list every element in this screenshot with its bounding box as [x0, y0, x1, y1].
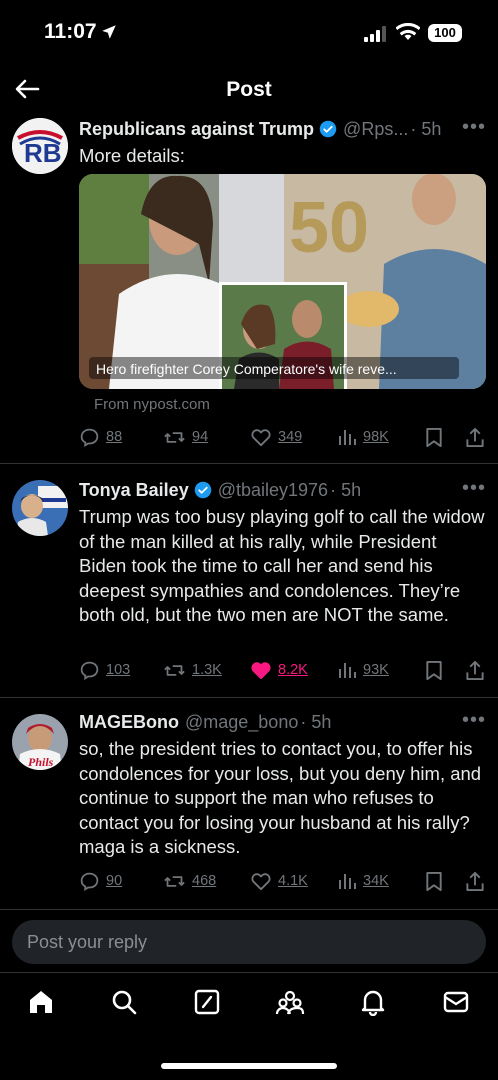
verified-icon [194, 481, 212, 499]
post-actions: 103 1.3K 8.2K 93K [79, 659, 486, 681]
repost-icon [164, 875, 185, 887]
like-icon [251, 429, 271, 447]
bottom-tab-bar [0, 980, 498, 1030]
author-handle[interactable]: @mage_bono [185, 712, 298, 733]
share-icon[interactable] [465, 871, 485, 892]
views-icon [339, 874, 356, 889]
post-time: · 5h [300, 711, 332, 732]
author-handle[interactable]: @tbailey1976 [218, 480, 328, 501]
avatar[interactable]: RB [12, 118, 68, 174]
verified-icon [319, 120, 337, 138]
bookmark-icon[interactable] [425, 660, 443, 681]
location-icon [100, 23, 118, 46]
avatar-letters: RB [24, 138, 62, 168]
repost-count: 1.3K [192, 662, 222, 678]
repost-count: 94 [192, 429, 209, 445]
status-bar: 11:07 100 [0, 0, 498, 66]
like-button[interactable]: 4.1K [250, 871, 308, 891]
like-button[interactable]: 349 [250, 427, 302, 447]
views-count: 98K [363, 429, 389, 445]
home-icon[interactable] [27, 988, 55, 1021]
svg-text:Phils: Phils [28, 755, 54, 769]
avatar[interactable]: Phils [12, 714, 68, 770]
views-count: 34K [363, 873, 389, 889]
reply-icon [80, 872, 99, 891]
views-button[interactable]: 93K [337, 660, 389, 680]
like-button[interactable]: 8.2K [250, 660, 308, 680]
like-icon [251, 662, 271, 680]
post-actions: 90 468 4.1K 34K [79, 870, 486, 892]
reply-count: 90 [106, 873, 123, 889]
views-button[interactable]: 34K [337, 871, 389, 891]
battery-indicator: 100 [428, 24, 462, 42]
more-icon[interactable]: ••• [462, 709, 486, 732]
post-text: so, the president tries to contact you, … [79, 738, 482, 857]
reply-input[interactable]: Post your reply [12, 920, 486, 964]
views-icon [339, 663, 356, 678]
reply-count: 88 [106, 429, 123, 445]
post-text: Trump was too busy playing golf to call … [79, 506, 485, 625]
post-text: More details: [79, 145, 185, 166]
messages-icon[interactable] [442, 988, 470, 1021]
reply-button[interactable]: 90 [79, 871, 122, 892]
repost-button[interactable]: 94 [163, 427, 208, 448]
link-source[interactable]: From nypost.com [94, 396, 210, 413]
wifi-icon [395, 22, 421, 46]
repost-icon [164, 664, 185, 676]
post-time: · 5h [330, 479, 362, 500]
search-icon[interactable] [110, 988, 138, 1021]
share-icon[interactable] [465, 427, 485, 448]
author-name[interactable]: Tonya Bailey [79, 480, 189, 501]
reply-count: 103 [106, 662, 131, 678]
reply-button[interactable]: 103 [79, 660, 130, 681]
cellular-signal-icon [364, 26, 388, 47]
link-card-title: Hero firefighter Corey Comperatore's wif… [96, 361, 397, 377]
home-indicator [161, 1063, 337, 1069]
repost-icon [164, 431, 185, 443]
reply-icon [80, 661, 99, 680]
like-icon [251, 873, 271, 891]
link-card-image[interactable]: 50 Hero firefighter Corey Comperatore's … [79, 174, 486, 389]
like-count: 349 [278, 429, 303, 445]
views-icon [339, 430, 356, 445]
repost-count: 468 [192, 873, 217, 889]
divider [0, 972, 498, 973]
svg-text:50: 50 [289, 188, 369, 268]
post-time: · 5h [410, 118, 442, 139]
repost-button[interactable]: 1.3K [163, 660, 222, 681]
reply-button[interactable]: 88 [79, 427, 122, 448]
avatar[interactable] [12, 480, 68, 536]
post-actions: 88 94 349 98K [79, 426, 486, 448]
like-count: 8.2K [278, 662, 308, 678]
share-icon[interactable] [465, 660, 485, 681]
notifications-icon[interactable] [359, 988, 387, 1021]
author-name[interactable]: MAGEBono [79, 712, 179, 733]
views-count: 93K [363, 662, 389, 678]
reply-icon [80, 428, 99, 447]
bookmark-icon[interactable] [425, 427, 443, 448]
repost-button[interactable]: 468 [163, 871, 216, 892]
more-icon[interactable]: ••• [462, 477, 486, 500]
views-button[interactable]: 98K [337, 427, 389, 447]
author-handle[interactable]: @Rps... [343, 119, 408, 140]
author-name[interactable]: Republicans against Trump [79, 119, 314, 140]
compose-icon[interactable] [193, 988, 221, 1021]
status-time: 11:07 [44, 20, 97, 43]
like-count: 4.1K [278, 873, 308, 889]
page-title: Post [226, 78, 272, 101]
communities-icon[interactable] [275, 988, 305, 1021]
more-icon[interactable]: ••• [462, 116, 486, 139]
top-bar: Post [0, 66, 498, 112]
bookmark-icon[interactable] [425, 871, 443, 892]
